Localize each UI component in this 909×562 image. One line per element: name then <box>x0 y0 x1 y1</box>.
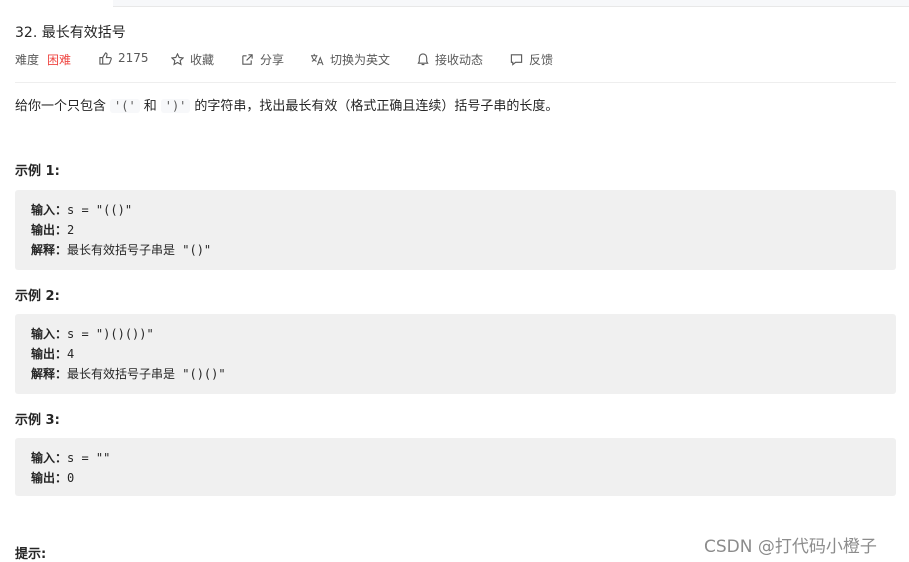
bell-icon <box>417 53 429 66</box>
translate-icon <box>310 53 324 66</box>
notify-label: 接收动态 <box>435 53 484 67</box>
example-2-input: 输入：s = ")()())" <box>31 325 154 342</box>
example-3-output: 输出：0 <box>31 469 74 486</box>
input-key: 输入： <box>31 327 68 341</box>
output-value: 4 <box>67 347 75 361</box>
explain-value: 最长有效括号子串是 "()()" <box>67 367 226 381</box>
example-2-explain: 解释：最长有效括号子串是 "()()" <box>31 365 226 382</box>
switch-language-label: 切换为英文 <box>330 53 391 67</box>
explain-key: 解释： <box>31 367 68 381</box>
example-2-output: 输出：4 <box>31 345 74 362</box>
example-1-block: 输入：s = "(()" 输出：2 解释：最长有效括号子串是 "()" <box>15 190 896 270</box>
input-value: s = ")()())" <box>67 327 154 341</box>
difficulty: 难度 困难 <box>15 51 71 68</box>
example-1-explain: 解释：最长有效括号子串是 "()" <box>31 241 211 258</box>
watermark: CSDN @打代码小橙子 <box>704 537 877 557</box>
output-value: 0 <box>67 471 75 485</box>
top-tab-strip <box>113 0 909 7</box>
share-label: 分享 <box>260 53 285 67</box>
feedback-button[interactable]: 反馈 <box>510 51 553 68</box>
example-3-heading: 示例 3: <box>15 413 60 428</box>
share-icon <box>242 54 253 65</box>
feedback-icon <box>510 54 523 66</box>
star-icon <box>171 53 184 66</box>
example-1-input: 输入：s = "(()" <box>31 201 132 218</box>
like-count: 2175 <box>118 51 149 65</box>
problem-description: 给你一个只包含 '(' 和 ')' 的字符串，找出最长有效（格式正确且连续）括号子串的长… <box>15 95 558 114</box>
difficulty-label: 难度 <box>15 53 40 67</box>
explain-key: 解释： <box>31 243 68 257</box>
like-button[interactable]: 2175 <box>99 51 149 65</box>
input-value: s = "" <box>67 451 111 465</box>
output-key: 输出： <box>31 347 68 361</box>
description-and: 和 <box>143 99 157 114</box>
example-1-heading: 示例 1: <box>15 164 60 179</box>
collect-button[interactable]: 收藏 <box>171 51 214 68</box>
collect-label: 收藏 <box>190 53 215 67</box>
example-3-input: 输入：s = "" <box>31 449 110 466</box>
share-button[interactable]: 分享 <box>241 51 284 68</box>
notify-button[interactable]: 接收动态 <box>417 51 483 68</box>
example-1-output: 输出：2 <box>31 221 74 238</box>
input-key: 输入： <box>31 451 68 465</box>
output-key: 输出： <box>31 223 68 237</box>
description-text-1: 给你一个只包含 <box>15 99 107 114</box>
output-key: 输出： <box>31 471 68 485</box>
header-divider <box>15 82 896 83</box>
thumbs-up-icon <box>99 51 112 65</box>
example-2-heading: 示例 2: <box>15 289 60 304</box>
explain-value: 最长有效括号子串是 "()" <box>67 243 212 257</box>
output-value: 2 <box>67 223 75 237</box>
hint-heading: 提示: <box>15 547 47 562</box>
inline-code-close-paren: ')' <box>160 99 191 113</box>
feedback-label: 反馈 <box>529 53 554 67</box>
inline-code-open-paren: '(' <box>110 99 140 113</box>
difficulty-value: 困难 <box>47 53 72 67</box>
example-3-block: 输入：s = "" 输出：0 <box>15 438 896 496</box>
input-value: s = "(()" <box>67 203 133 217</box>
description-text-2: 的字符串，找出最长有效（格式正确且连续）括号子串的长度。 <box>194 99 559 114</box>
problem-title: 32. 最长有效括号 <box>15 25 126 41</box>
input-key: 输入： <box>31 203 68 217</box>
switch-language-button[interactable]: 切换为英文 <box>310 51 390 68</box>
example-2-block: 输入：s = ")()())" 输出：4 解释：最长有效括号子串是 "()()" <box>15 314 896 394</box>
